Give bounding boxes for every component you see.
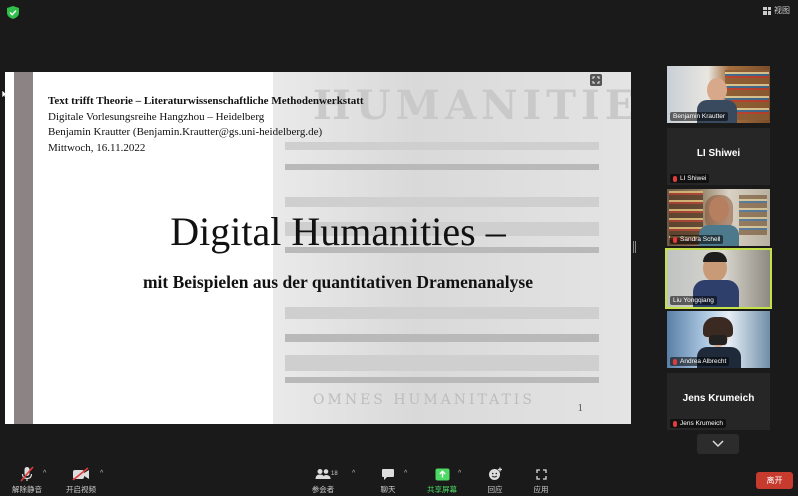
apps-button[interactable]: 应用 — [516, 466, 566, 495]
view-label: 视图 — [774, 6, 790, 15]
audio-options-chevron-icon[interactable]: ^ — [43, 470, 46, 477]
participants-button[interactable]: 18 参会者 — [298, 466, 348, 495]
reactions-label: 回应 — [487, 485, 503, 494]
participant-name: Benjamin Krautter — [670, 112, 729, 121]
share-screen-label: 共享屏幕 — [427, 485, 457, 494]
participant-name: Andrea Albrecht — [670, 357, 730, 366]
reactions-button[interactable]: 回应 — [470, 466, 520, 495]
share-screen-icon — [435, 468, 449, 480]
video-tile-li-shiwei[interactable]: LI Shiwei LI Shiwei — [667, 128, 770, 185]
participant-name: Sandra Schell — [670, 235, 724, 244]
video-tile-andrea[interactable]: Andrea Albrecht — [667, 311, 770, 368]
participant-display-name: Jens Krumeich — [682, 393, 755, 404]
apps-label: 应用 — [533, 485, 549, 494]
chat-label: 聊天 — [380, 485, 396, 494]
participants-label: 参会者 — [311, 485, 335, 494]
smiley-plus-icon — [489, 467, 502, 480]
slide-meta: Text trifft Theorie – Literaturwissensch… — [48, 94, 364, 156]
chat-bubble-icon — [382, 468, 394, 480]
slide-subtitle: mit Beispielen aus der quantitativen Dra… — [142, 272, 534, 292]
video-tile-liu-yongqiang[interactable]: Liu Yongqiang — [665, 248, 772, 309]
zoom-meeting-window: 视图 HUMANITIES OMNES HUMANITATIS Text tri… — [0, 0, 798, 496]
shared-screen[interactable]: HUMANITIES OMNES HUMANITATIS Text trifft… — [5, 72, 631, 424]
share-options-chevron-icon[interactable]: ^ — [458, 470, 461, 477]
slide-page-number: 1 — [577, 402, 584, 414]
participant-display-name: LI Shiwei — [696, 148, 741, 159]
slide-meta-date: Mittwoch, 16.11.2022 — [48, 141, 146, 154]
shield-check-icon[interactable] — [7, 6, 19, 19]
leave-button[interactable]: 离开 — [756, 472, 793, 489]
video-tile-sandra[interactable]: Sandra Schell — [667, 189, 770, 246]
video-tile-benjamin[interactable]: Benjamin Krautter — [667, 66, 770, 123]
slide-meta-author: Benjamin Krautter (Benjamin.Krautter@gs.… — [48, 126, 323, 138]
participants-count: 18 — [331, 471, 338, 477]
start-video-button[interactable]: 开启视频 — [56, 466, 106, 495]
meeting-toolbar: 解除静音 ^ 开启视频 ^ 18 参会者 ^ 聊天 ^ 共享屏幕 ^ 回应 应用 — [0, 462, 798, 496]
expand-icon[interactable] — [590, 74, 602, 86]
participant-name: LI Shiwei — [670, 174, 710, 183]
participants-options-chevron-icon[interactable]: ^ — [352, 470, 355, 477]
slide-watermark-bottom: OMNES HUMANITATIS — [313, 392, 535, 408]
muted-mic-icon — [673, 358, 677, 365]
apps-icon — [535, 468, 547, 480]
muted-microphone-icon — [20, 466, 34, 482]
gallery-scroll-down-button[interactable] — [697, 434, 739, 454]
start-video-label: 开启视频 — [66, 485, 96, 494]
chat-options-chevron-icon[interactable]: ^ — [404, 470, 407, 477]
muted-mic-icon — [673, 236, 677, 243]
muted-mic-icon — [673, 420, 677, 427]
slide-meta-course: Text trifft Theorie – Literaturwissensch… — [48, 95, 364, 107]
participants-icon — [315, 469, 331, 479]
chevron-down-icon — [712, 440, 724, 448]
unmute-label: 解除静音 — [12, 485, 42, 494]
video-tile-jens[interactable]: Jens Krumeich Jens Krumeich — [667, 373, 770, 430]
slide-meta-series: Digitale Vorlesungsreihe Hangzhou – Heid… — [48, 110, 265, 123]
participant-name: Liu Yongqiang — [670, 296, 717, 305]
grid-icon — [763, 6, 771, 15]
view-button[interactable]: 视图 — [763, 5, 790, 16]
muted-mic-icon — [673, 175, 677, 182]
video-off-icon — [72, 467, 89, 481]
panel-splitter-handle[interactable] — [633, 241, 636, 253]
slide-title: Digital Humanities – — [170, 209, 506, 254]
video-options-chevron-icon[interactable]: ^ — [100, 470, 103, 477]
participant-name: Jens Krumeich — [670, 419, 726, 428]
